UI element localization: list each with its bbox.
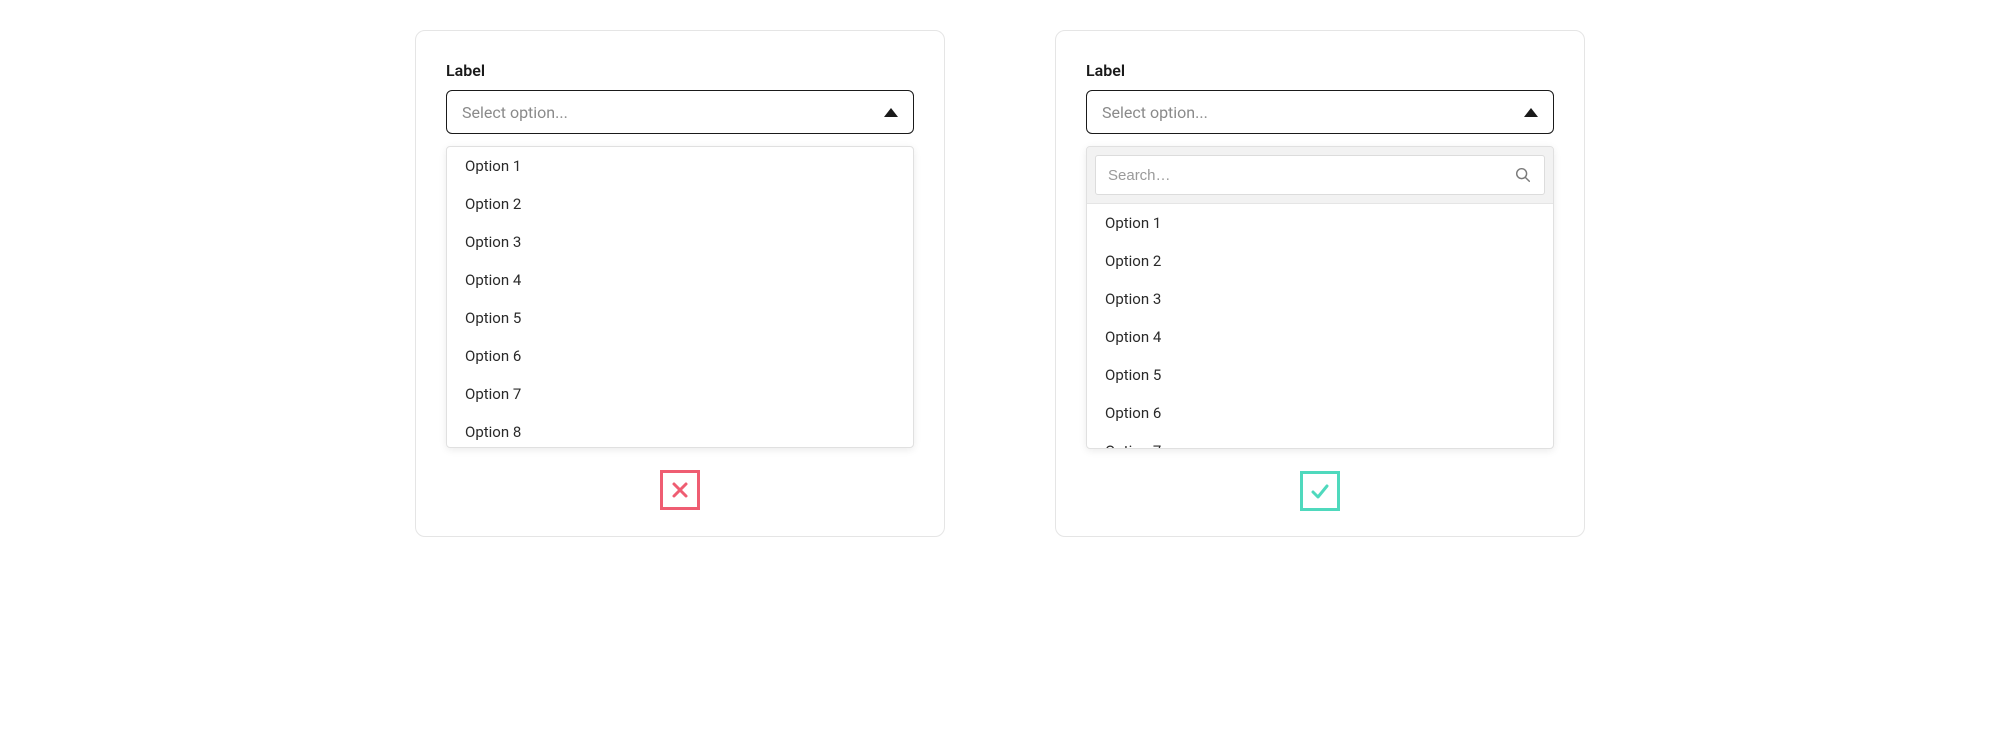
list-item[interactable]: Option 2: [1087, 242, 1551, 280]
list-item[interactable]: Option 5: [447, 299, 911, 337]
select-placeholder: Select option...: [1102, 103, 1208, 122]
status-badge-pass: [1300, 471, 1340, 511]
list-item[interactable]: Option 4: [1087, 318, 1551, 356]
list-item[interactable]: Option 5: [1087, 356, 1551, 394]
list-item[interactable]: Option 3: [447, 223, 911, 261]
search-input[interactable]: [1108, 167, 1514, 184]
status-badge-fail: [660, 470, 700, 510]
list-item[interactable]: Option 3: [1087, 280, 1551, 318]
options-list[interactable]: Option 1 Option 2 Option 3 Option 4 Opti…: [447, 147, 913, 447]
list-item[interactable]: Option 6: [1087, 394, 1551, 432]
select-placeholder: Select option...: [462, 103, 568, 122]
list-item[interactable]: Option 7: [447, 375, 911, 413]
list-item[interactable]: Option 1: [1087, 204, 1551, 242]
caret-up-icon: [1524, 108, 1538, 117]
example-card-no-search: Label Select option... Option 1 Option 2…: [415, 30, 945, 537]
select-trigger[interactable]: Select option...: [1086, 90, 1554, 134]
list-item[interactable]: Option 8: [447, 413, 911, 447]
select-trigger[interactable]: Select option...: [446, 90, 914, 134]
search-box[interactable]: [1095, 155, 1545, 195]
list-item[interactable]: Option 4: [447, 261, 911, 299]
search-container: [1087, 147, 1553, 204]
x-icon: [670, 480, 690, 500]
dropdown-panel: Option 1 Option 2 Option 3 Option 4 Opti…: [1086, 146, 1554, 449]
caret-up-icon: [884, 108, 898, 117]
search-icon: [1514, 166, 1532, 184]
options-list[interactable]: Option 1 Option 2 Option 3 Option 4 Opti…: [1087, 204, 1553, 448]
field-label: Label: [446, 61, 914, 80]
example-card-with-search: Label Select option... Option 1 Option 2…: [1055, 30, 1585, 537]
list-item[interactable]: Option 1: [447, 147, 911, 185]
list-item[interactable]: Option 7: [1087, 432, 1551, 448]
list-item[interactable]: Option 6: [447, 337, 911, 375]
field-label: Label: [1086, 61, 1554, 80]
dropdown-panel: Option 1 Option 2 Option 3 Option 4 Opti…: [446, 146, 914, 448]
list-item[interactable]: Option 2: [447, 185, 911, 223]
check-icon: [1309, 480, 1331, 502]
